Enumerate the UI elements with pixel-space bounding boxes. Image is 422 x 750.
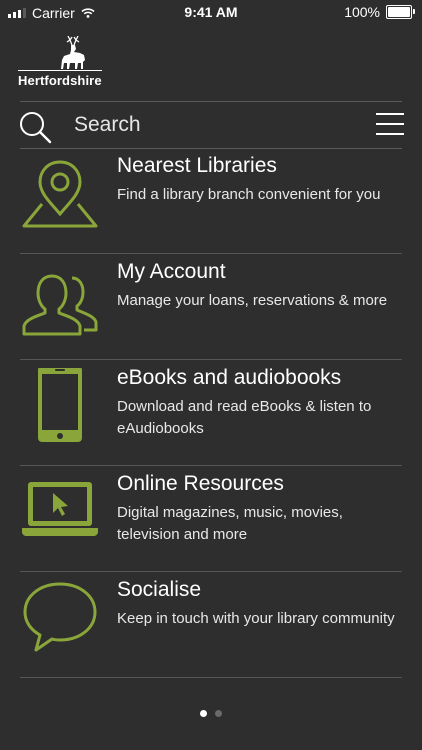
status-right: 100% [344,4,415,20]
menu-item-nearest-libraries[interactable]: Nearest Libraries Find a library branch … [0,148,422,254]
laptop-icon [22,482,98,536]
menu-list: Nearest Libraries Find a library branch … [0,148,422,678]
search-icon[interactable] [18,110,52,144]
menu-item-description: Find a library branch convenient for you [117,186,381,203]
hertfordshire-logo: Hertfordshire [18,36,104,92]
battery-percent: 100% [344,4,380,20]
status-bar: Carrier 9:41 AM 100% [0,0,422,26]
page-dot[interactable] [215,710,222,717]
menu-item-online-resources[interactable]: Online Resources Digital magazines, musi… [0,466,422,572]
page-indicator[interactable] [0,710,422,717]
battery-icon [386,5,415,19]
menu-item-description: Keep in touch with your library communit… [117,610,395,627]
search-bar [0,102,422,148]
menu-item-my-account[interactable]: My Account Manage your loans, reservatio… [0,254,422,360]
speech-bubble-icon [23,582,97,652]
menu-item-title: Socialise [117,578,202,601]
menu-item-description: Digital magazines, music, movies, televi… [117,504,343,543]
search-input[interactable] [74,110,334,140]
menu-item-socialise[interactable]: Socialise Keep in touch with your librar… [0,572,422,678]
menu-item-title: Online Resources [117,472,284,495]
stag-icon [61,36,85,69]
menu-item-description: Download and read eBooks & listen to eAu… [117,398,372,437]
tablet-icon [38,368,82,442]
menu-item-title: eBooks and audiobooks [117,366,342,389]
menu-item-description: Manage your loans, reservations & more [117,292,388,309]
page-dot[interactable] [200,710,207,717]
battery-fill [388,7,410,17]
hamburger-menu-icon[interactable] [376,112,404,136]
menu-item-ebooks-audiobooks[interactable]: eBooks and audiobooks Download and read … [0,360,422,466]
logo-wordmark: Hertfordshire [18,70,102,88]
menu-item-title: Nearest Libraries [117,154,277,177]
menu-divider [20,677,402,678]
menu-item-title: My Account [117,260,226,283]
map-pin-icon [22,160,98,228]
users-icon [22,274,98,336]
